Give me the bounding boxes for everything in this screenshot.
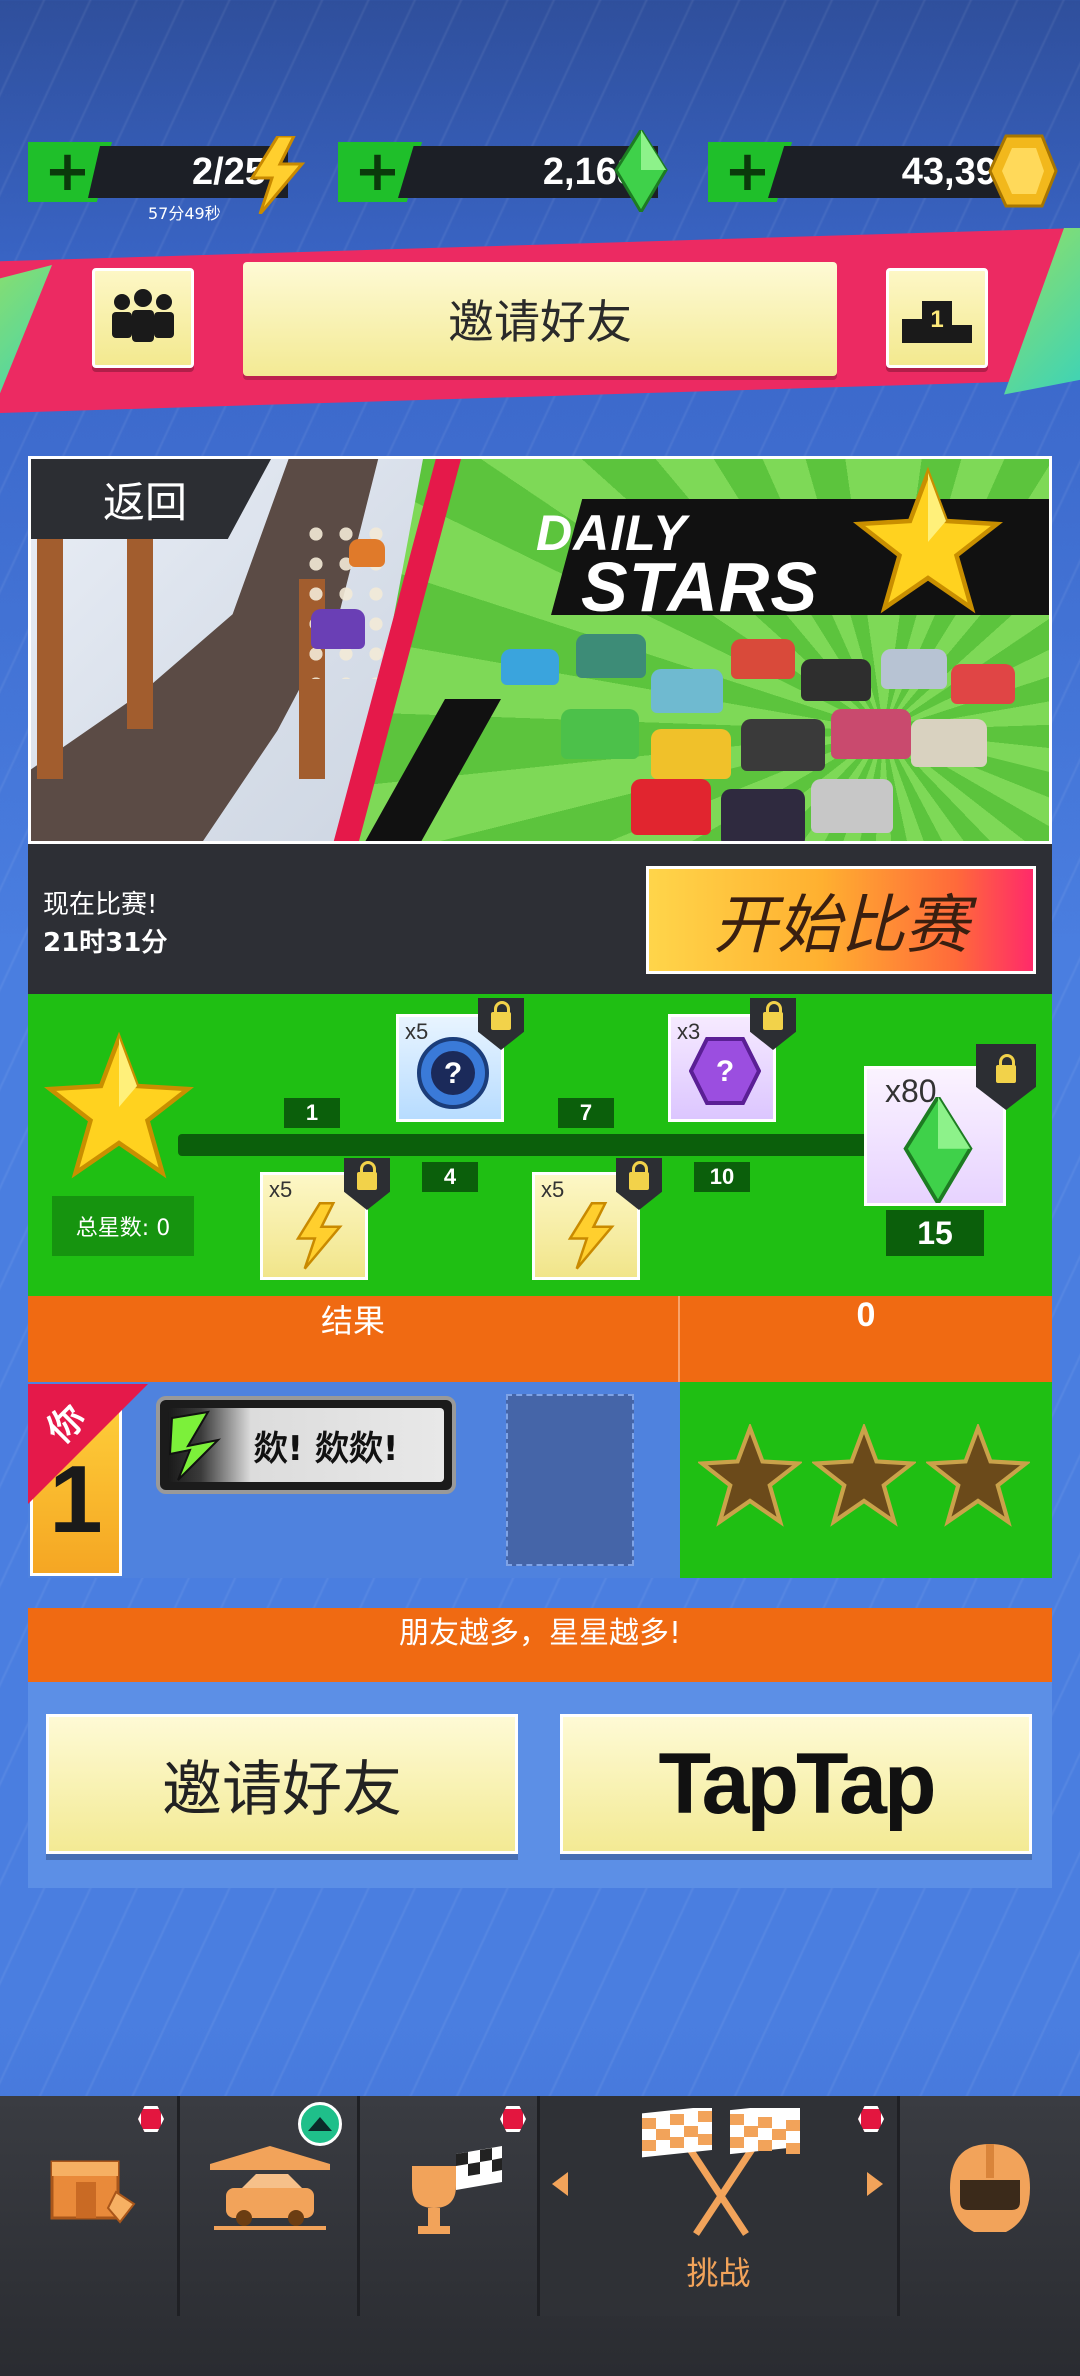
svg-text:?: ? [716,1055,734,1088]
coins-resource[interactable]: + 43,397 [708,134,1058,208]
energy-timer: 57分49秒 [148,204,221,223]
garage-car-icon [210,2146,330,2230]
prev-arrow-icon[interactable] [552,2172,568,2196]
invite-friends-button[interactable]: 邀请好友 [46,1714,518,1854]
nav-challenge[interactable]: 挑战 [540,2096,900,2316]
car [741,719,825,771]
banner-title-line2: STARS [581,548,819,626]
reward-count: x5 [269,1177,293,1202]
helmet-icon [950,2144,1030,2232]
tree-trunk [37,529,63,779]
upgrade-arrow-icon [298,2102,342,2146]
nav-trophies[interactable] [360,2096,540,2316]
coin-icon [988,134,1058,208]
monster-truck [311,609,365,649]
race-status-text: 现在比赛! [43,890,158,920]
bottom-nav: 挑战 [0,2096,1080,2376]
checkered-flags-icon [642,2108,800,2236]
empty-friend-slot[interactable] [506,1394,634,1566]
leaderboard-button[interactable]: 1 [886,268,988,368]
progress-track [178,1134,878,1156]
podium-icon: 1 [902,293,972,343]
earned-stars-cell [680,1382,1052,1578]
gem-icon [614,130,668,212]
car [651,669,723,713]
invite-friends-label: 邀请好友 [162,1754,402,1825]
car [911,719,987,767]
lightning-icon [295,1202,343,1270]
results-header: 结果 0 [28,1296,1052,1382]
star-progress-panel: 总星数: 0 1 4 7 10 x5 x5 ? x5 x3 ? x80 15 [28,994,1052,1296]
shop-crate-icon [50,2160,136,2224]
car [811,779,893,833]
empty-star-icon [698,1424,802,1527]
car [831,709,911,759]
mystery-gem-icon: ? [689,1037,761,1105]
car [951,664,1015,704]
milestone-10: 10 [694,1162,750,1192]
next-arrow-icon[interactable] [867,2172,883,2196]
car [881,649,947,689]
car [801,659,871,701]
total-star-icon [44,1032,194,1179]
race-status-row: 现在比赛! 21时31分 开始比赛 [28,844,1052,994]
results-label: 结果 [28,1296,680,1382]
rank-number: 1 [922,301,952,343]
gems-resource[interactable]: + 2,168 [338,130,668,212]
start-race-button[interactable]: 开始比赛 [646,866,1036,974]
car [721,789,805,841]
nav-garage[interactable] [180,2096,360,2316]
car [576,634,646,678]
taptap-logo: TapTap [658,1735,936,1832]
lightning-icon [249,136,306,214]
notification-badge [138,2106,164,2132]
race-time-left: 21时31分 [43,928,168,958]
big-star-icon [853,467,1003,614]
energy-resource[interactable]: + 2/25 [28,136,306,214]
notification-badge [858,2106,884,2132]
milestone-7: 7 [558,1098,614,1128]
trophy-flag-icon [412,2146,502,2234]
notification-badge [500,2106,526,2132]
friends-tip-banner: 朋友越多，星星越多! [28,1608,1052,1682]
nav-profile[interactable] [900,2096,1080,2316]
car [651,729,731,779]
nav-challenge-label: 挑战 [686,2254,751,2292]
results-score: 0 [856,1296,876,1334]
gem-icon [903,1097,973,1203]
friends-icon [112,289,174,342]
goal-milestone: 15 [886,1210,984,1256]
reward-count: x5 [541,1177,565,1202]
svg-text:?: ? [444,1057,462,1090]
gems-value: 2,168 [542,151,638,193]
empty-star-icon [812,1424,916,1527]
car [731,639,795,679]
car [561,709,639,759]
car [631,779,711,835]
friends-button[interactable] [92,268,194,368]
taptap-share-button[interactable]: TapTap [560,1714,1032,1854]
race-car [349,539,385,567]
player-nameplate[interactable]: 欻! 欻欻! [156,1396,456,1494]
invite-friends-top-button[interactable]: 邀请好友 [243,262,837,376]
car [501,649,559,685]
nameplate-emblem-icon [168,1410,222,1481]
empty-star-icon [926,1424,1030,1527]
lightning-icon [567,1202,615,1270]
mystery-tire-icon: ? [417,1037,489,1109]
milestone-4: 4 [422,1162,478,1192]
nav-shop[interactable] [0,2096,180,2316]
milestone-1: 1 [284,1098,340,1128]
total-stars-label: 总星数: 0 [52,1196,194,1256]
